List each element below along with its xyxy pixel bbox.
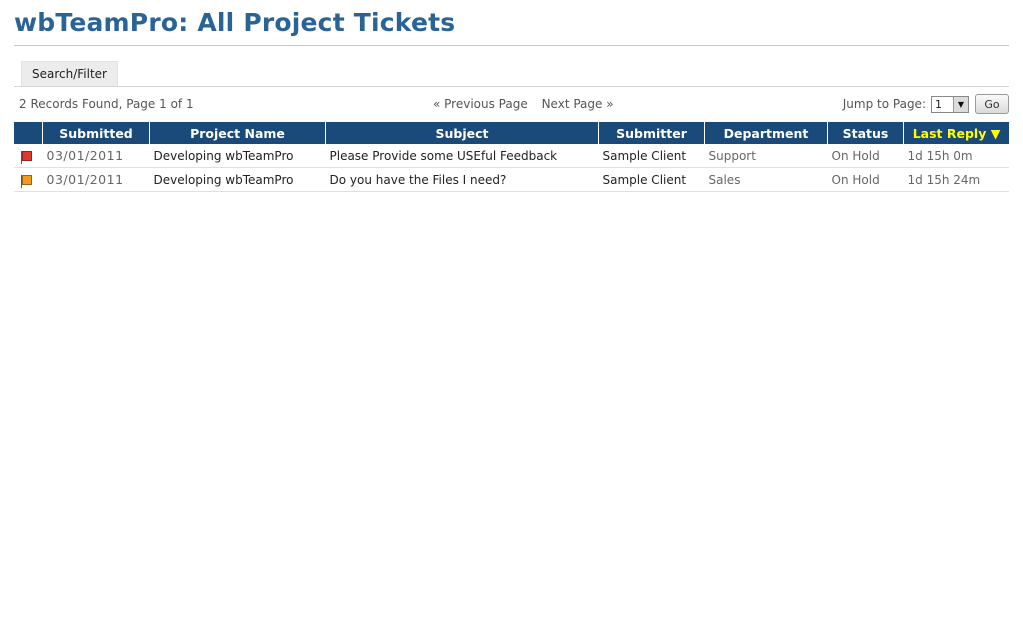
flag-icon [21, 174, 32, 188]
flag-cell [14, 167, 43, 192]
page-title: wbTeamPro: All Project Tickets [14, 8, 456, 37]
jump-to-page: Jump to Page: 1 ▼ Go [843, 94, 1009, 114]
subject-cell[interactable]: Do you have the Files I need? [325, 167, 599, 192]
records-count: 2 Records Found, Page 1 of 1 [19, 97, 194, 111]
department-cell: Support [704, 144, 828, 168]
page-select[interactable]: 1 ▼ [931, 95, 969, 113]
column-header-submitted[interactable]: Submitted [42, 122, 150, 144]
tickets-table: Submitted Project Name Subject Submitter… [14, 122, 1009, 192]
column-header-submitter[interactable]: Submitter [598, 122, 705, 144]
status-cell: On Hold [827, 144, 904, 168]
chevron-down-icon[interactable]: ▼ [953, 96, 968, 112]
department-cell: Sales [704, 167, 828, 192]
column-header-project-name[interactable]: Project Name [149, 122, 326, 144]
go-button[interactable]: Go [975, 94, 1009, 114]
search-filter-tab[interactable]: Search/Filter [21, 61, 118, 86]
next-page-link[interactable]: Next Page » [542, 97, 614, 111]
flag-icon [21, 150, 32, 164]
subject-cell[interactable]: Please Provide some USEful Feedback [325, 144, 599, 168]
column-header-flag [14, 122, 43, 144]
column-header-last-reply[interactable]: Last Reply ▼ [903, 122, 1009, 144]
submitter-cell: Sample Client [598, 167, 705, 192]
submitted-cell: 03/01/2011 [42, 167, 150, 192]
column-header-subject[interactable]: Subject [325, 122, 599, 144]
table-row[interactable]: 03/01/2011 Developing wbTeamPro Please P… [14, 144, 1009, 168]
pager: « Previous Page Next Page » [433, 97, 614, 111]
title-divider [14, 45, 1009, 46]
submitter-cell: Sample Client [598, 144, 705, 168]
flag-cell [14, 144, 43, 168]
page-select-value: 1 [935, 97, 942, 111]
last-reply-cell: 1d 15h 24m [903, 167, 1009, 192]
table-row[interactable]: 03/01/2011 Developing wbTeamPro Do you h… [14, 167, 1009, 192]
last-reply-cell: 1d 15h 0m [903, 144, 1009, 168]
previous-page-link[interactable]: « Previous Page [433, 97, 528, 111]
status-cell: On Hold [827, 167, 904, 192]
column-header-status[interactable]: Status [827, 122, 904, 144]
submitted-cell: 03/01/2011 [42, 144, 150, 168]
column-header-department[interactable]: Department [704, 122, 828, 144]
table-header-row: Submitted Project Name Subject Submitter… [14, 122, 1009, 144]
project-cell[interactable]: Developing wbTeamPro [149, 167, 326, 192]
project-cell[interactable]: Developing wbTeamPro [149, 144, 326, 168]
tab-divider [14, 86, 1009, 87]
jump-label: Jump to Page: [842, 97, 926, 111]
